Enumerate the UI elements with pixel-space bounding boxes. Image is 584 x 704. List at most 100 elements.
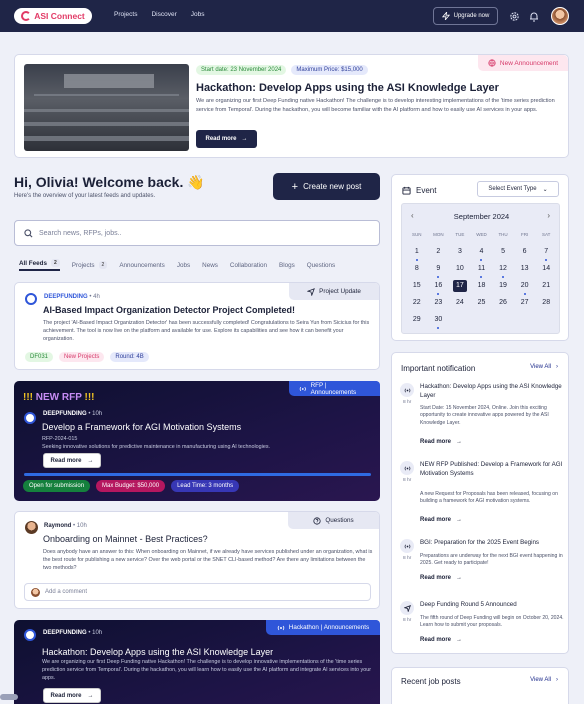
tag-label: Questions	[325, 517, 354, 524]
tab-collaboration[interactable]: Collaboration	[230, 262, 267, 269]
tab-questions[interactable]: Questions	[307, 262, 335, 269]
calendar-day[interactable]: 3	[449, 246, 471, 258]
post-title: Develop a Framework for AGI Motivation S…	[42, 422, 242, 432]
broadcast-icon	[299, 386, 306, 391]
post-author: DEEPFUNDING	[43, 411, 87, 417]
calendar-day[interactable]: 24	[449, 297, 471, 309]
notification-read-more[interactable]: Read more →	[420, 517, 462, 523]
notifications-button[interactable]	[528, 10, 540, 22]
tab-label: All Feeds	[19, 259, 47, 267]
nav-link-projects[interactable]: Projects	[114, 11, 137, 18]
globe-icon	[488, 59, 496, 67]
weekday-row: SUN MON TUE WED THU FRI SAT	[406, 232, 557, 237]
nav-link-jobs[interactable]: Jobs	[191, 11, 205, 18]
calendar-day[interactable]: 6	[514, 246, 536, 258]
chevron-right-icon[interactable]: ›	[547, 211, 550, 220]
calendar-day[interactable]: 12	[492, 263, 514, 278]
calendar-day[interactable]: 25	[471, 297, 493, 309]
comment-placeholder: Add a comment	[45, 589, 88, 595]
upgrade-button[interactable]: Upgrade now	[433, 7, 498, 25]
settings-button[interactable]	[508, 10, 520, 22]
post-chips: DF031 New Projects Round: 4B	[25, 352, 149, 362]
tab-blogs[interactable]: Blogs	[279, 262, 295, 269]
broadcast-icon	[400, 461, 414, 475]
calendar-day[interactable]: 16	[428, 280, 450, 295]
chevron-down-icon: ⌄	[542, 186, 548, 193]
tab-news[interactable]: News	[202, 262, 218, 269]
greeting-title: Hi, Olivia! Welcome back. 👋	[14, 174, 205, 190]
send-icon	[307, 287, 316, 296]
search-bar[interactable]: Search news, RFPs, jobs..	[14, 220, 380, 246]
nav-link-discover[interactable]: Discover	[151, 11, 176, 18]
post-card-question[interactable]: Questions Raymond • 10h Onboarding on Ma…	[14, 511, 380, 609]
calendar-day[interactable]: 8	[406, 263, 428, 275]
calendar-day[interactable]: 2	[428, 246, 450, 258]
tab-label: Jobs	[176, 261, 191, 269]
calendar-day[interactable]: 5	[492, 246, 514, 258]
view-all-label: View All	[530, 677, 551, 683]
tab-announcements[interactable]: Announcements	[119, 262, 165, 269]
hero-read-more-button[interactable]: Read more →	[196, 130, 257, 148]
calendar-day[interactable]: 17	[453, 280, 467, 292]
calendar-day[interactable]: 18	[471, 280, 493, 292]
jobs-title: Recent job posts	[401, 677, 461, 686]
calendar-day[interactable]: 11	[471, 263, 493, 278]
logo[interactable]: ASI Connect	[14, 8, 92, 24]
tab-projects[interactable]: Projects 2	[72, 261, 108, 269]
post-meta: DEEPFUNDING • 10h	[43, 630, 102, 636]
tab-label: Announcements	[119, 261, 165, 269]
calendar-day[interactable]: 1	[406, 246, 428, 261]
post-card-hackathon[interactable]: Hackathon | Announcements DEEPFUNDING • …	[14, 620, 380, 704]
calendar-day[interactable]: 27	[514, 297, 536, 309]
calendar-day[interactable]: 14	[535, 263, 557, 275]
notification-item-title: BGI: Preparation for the 2025 Event Begi…	[420, 539, 540, 546]
logo-text: ASI Connect	[34, 11, 85, 21]
notification-item-title: NEW RFP Published: Develop a Framework f…	[420, 461, 563, 477]
hero-description: We are organizing our first Deep Funding…	[196, 98, 555, 113]
logo-icon	[21, 11, 32, 21]
view-all-label: View All	[530, 364, 551, 370]
post-title: AI-Based Impact Organization Detector Pr…	[43, 305, 296, 315]
calendar-day[interactable]: 29	[406, 314, 428, 326]
calendar-day[interactable]: 21	[535, 280, 557, 292]
calendar-day[interactable]: 10	[449, 263, 471, 275]
tab-label: Blogs	[279, 261, 295, 269]
calendar: ‹ September 2024 › SUN MON TUE WED THU FRI SAT…	[401, 203, 560, 334]
important-notification-card: Important notification View All › 8 hr Hac…	[391, 352, 569, 654]
notification-read-more[interactable]: Read more →	[420, 637, 462, 643]
horizontal-scrollbar[interactable]	[0, 694, 18, 700]
calendar-day[interactable]: 23	[428, 297, 450, 309]
tab-label: Collaboration	[229, 261, 267, 269]
upgrade-label: Upgrade now	[453, 13, 490, 19]
jobs-view-all[interactable]: View All ›	[530, 677, 558, 683]
calendar-day[interactable]: 22	[406, 297, 428, 309]
user-avatar[interactable]	[551, 7, 569, 25]
weekday-label: SUN	[412, 232, 422, 237]
notification-read-more[interactable]: Read more →	[420, 575, 462, 581]
calendar-day[interactable]: 20	[514, 280, 536, 295]
rfp-read-more-button[interactable]: Read more →	[43, 453, 101, 468]
calendar-day[interactable]: 30	[428, 314, 450, 329]
calendar-day[interactable]: 7	[535, 246, 557, 261]
notification-read-more[interactable]: Read more →	[420, 439, 462, 445]
comment-input[interactable]: Add a comment	[24, 583, 371, 601]
tab-all-feeds[interactable]: All Feeds 2	[19, 259, 60, 271]
calendar-day[interactable]: 15	[406, 280, 428, 292]
calendar-day[interactable]: 19	[492, 280, 514, 292]
post-description: Seeking innovative solutions for predict…	[42, 444, 271, 450]
calendar-day[interactable]: 4	[471, 246, 493, 261]
lightning-icon	[441, 12, 450, 20]
hackathon-read-more-button[interactable]: Read more →	[43, 688, 101, 703]
create-post-button[interactable]: + Create new post	[273, 173, 380, 200]
post-card-project-update[interactable]: Project Update DEEPFUNDING • 4h AI-Based…	[14, 282, 380, 370]
tab-jobs[interactable]: Jobs	[177, 262, 190, 269]
event-type-select[interactable]: Select Event Type ⌄	[477, 181, 559, 197]
calendar-day[interactable]: 9	[428, 263, 450, 278]
calendar-day[interactable]: 13	[514, 263, 536, 275]
notifications-view-all[interactable]: View All ›	[530, 364, 558, 370]
calendar-day[interactable]: 26	[492, 297, 514, 309]
hackathon-tag: Hackathon | Announcements	[266, 620, 380, 635]
calendar-day[interactable]: 28	[535, 297, 557, 309]
arrow-right-icon: →	[456, 575, 463, 581]
search-input[interactable]: Search news, RFPs, jobs..	[39, 230, 121, 237]
